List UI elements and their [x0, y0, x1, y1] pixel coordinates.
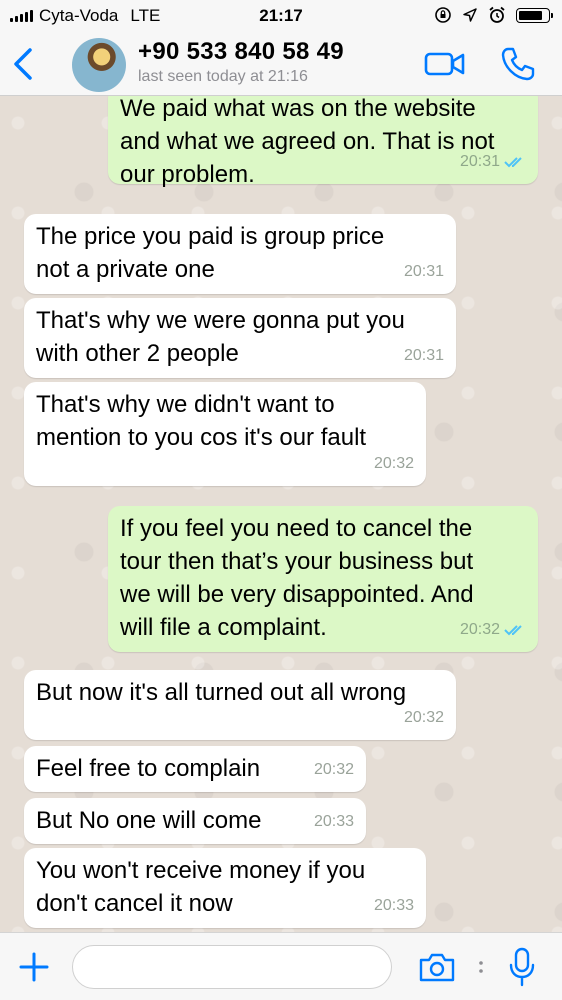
microphone-icon[interactable] [508, 947, 536, 987]
message-meta: 20:31 [404, 339, 444, 372]
message-meta: 20:32 [374, 447, 414, 480]
message-incoming[interactable]: Feel free to complain 20:32 [24, 746, 366, 792]
alarm-clock-icon [489, 6, 505, 23]
message-meta: 20:31 [404, 255, 444, 288]
battery-icon [516, 7, 553, 23]
message-meta: 20:33 [374, 889, 414, 922]
message-time: 20:31 [459, 153, 500, 170]
chat-area[interactable]: We paid what was on the website and what… [0, 96, 562, 932]
message-text: That's why we didn't want to mention to … [36, 391, 367, 451]
phone-icon[interactable] [500, 46, 536, 82]
separator-dots-icon [479, 961, 483, 973]
message-input-bar [0, 932, 562, 1000]
message-time: 20:31 [403, 347, 444, 364]
message-meta: 20:32 [404, 701, 444, 734]
message-time: 20:32 [373, 455, 414, 472]
message-time: 20:33 [373, 897, 414, 914]
message-incoming[interactable]: But now it's all turned out all wrong 20… [24, 670, 456, 740]
message-text: The price you paid is group price not a … [36, 223, 385, 283]
message-text: Feel free to complain [36, 755, 261, 782]
plus-icon[interactable] [18, 951, 50, 983]
contact-name[interactable]: +90 533 840 58 49 [138, 38, 344, 66]
message-incoming[interactable]: That's why we didn't want to mention to … [24, 382, 426, 486]
chat-header: +90 533 840 58 49 last seen today at 21:… [0, 32, 562, 96]
read-receipt-icon [504, 156, 522, 167]
message-meta: 20:32 [460, 613, 526, 646]
message-meta: 20:31 [460, 145, 526, 178]
status-right [434, 6, 553, 24]
message-time: 20:33 [313, 813, 354, 830]
message-text: That's why we were gonna put you with ot… [36, 307, 405, 367]
contact-avatar[interactable] [72, 38, 126, 92]
message-time: 20:32 [313, 761, 354, 778]
message-incoming[interactable]: But No one will come 20:33 [24, 798, 366, 844]
message-time: 20:32 [403, 709, 444, 726]
status-bar: Cyta-Voda LTE 21:17 [0, 0, 562, 32]
camera-icon[interactable] [418, 951, 456, 983]
message-outgoing[interactable]: If you feel you need to cancel the tour … [108, 506, 538, 652]
message-text: But No one will come [36, 807, 262, 834]
location-arrow-icon [463, 8, 477, 22]
message-incoming[interactable]: You won't receive money if you don't can… [24, 848, 426, 928]
message-outgoing[interactable]: We paid what was on the website and what… [108, 96, 538, 188]
message-text: You won't receive money if you don't can… [36, 857, 366, 917]
orientation-lock-icon [435, 7, 451, 23]
contact-last-seen: last seen today at 21:16 [138, 68, 308, 85]
message-incoming[interactable]: The price you paid is group price not a … [24, 214, 456, 294]
message-time: 20:31 [403, 263, 444, 280]
message-text: But now it's all turned out all wrong [36, 679, 407, 706]
message-time: 20:32 [459, 621, 500, 638]
read-receipt-icon [504, 624, 522, 635]
message-input[interactable] [72, 945, 392, 989]
video-call-icon[interactable] [424, 50, 466, 78]
back-chevron-icon[interactable] [10, 46, 36, 82]
message-meta: 20:32 [314, 753, 354, 786]
message-meta: 20:33 [314, 805, 354, 838]
message-incoming[interactable]: That's why we were gonna put you with ot… [24, 298, 456, 378]
